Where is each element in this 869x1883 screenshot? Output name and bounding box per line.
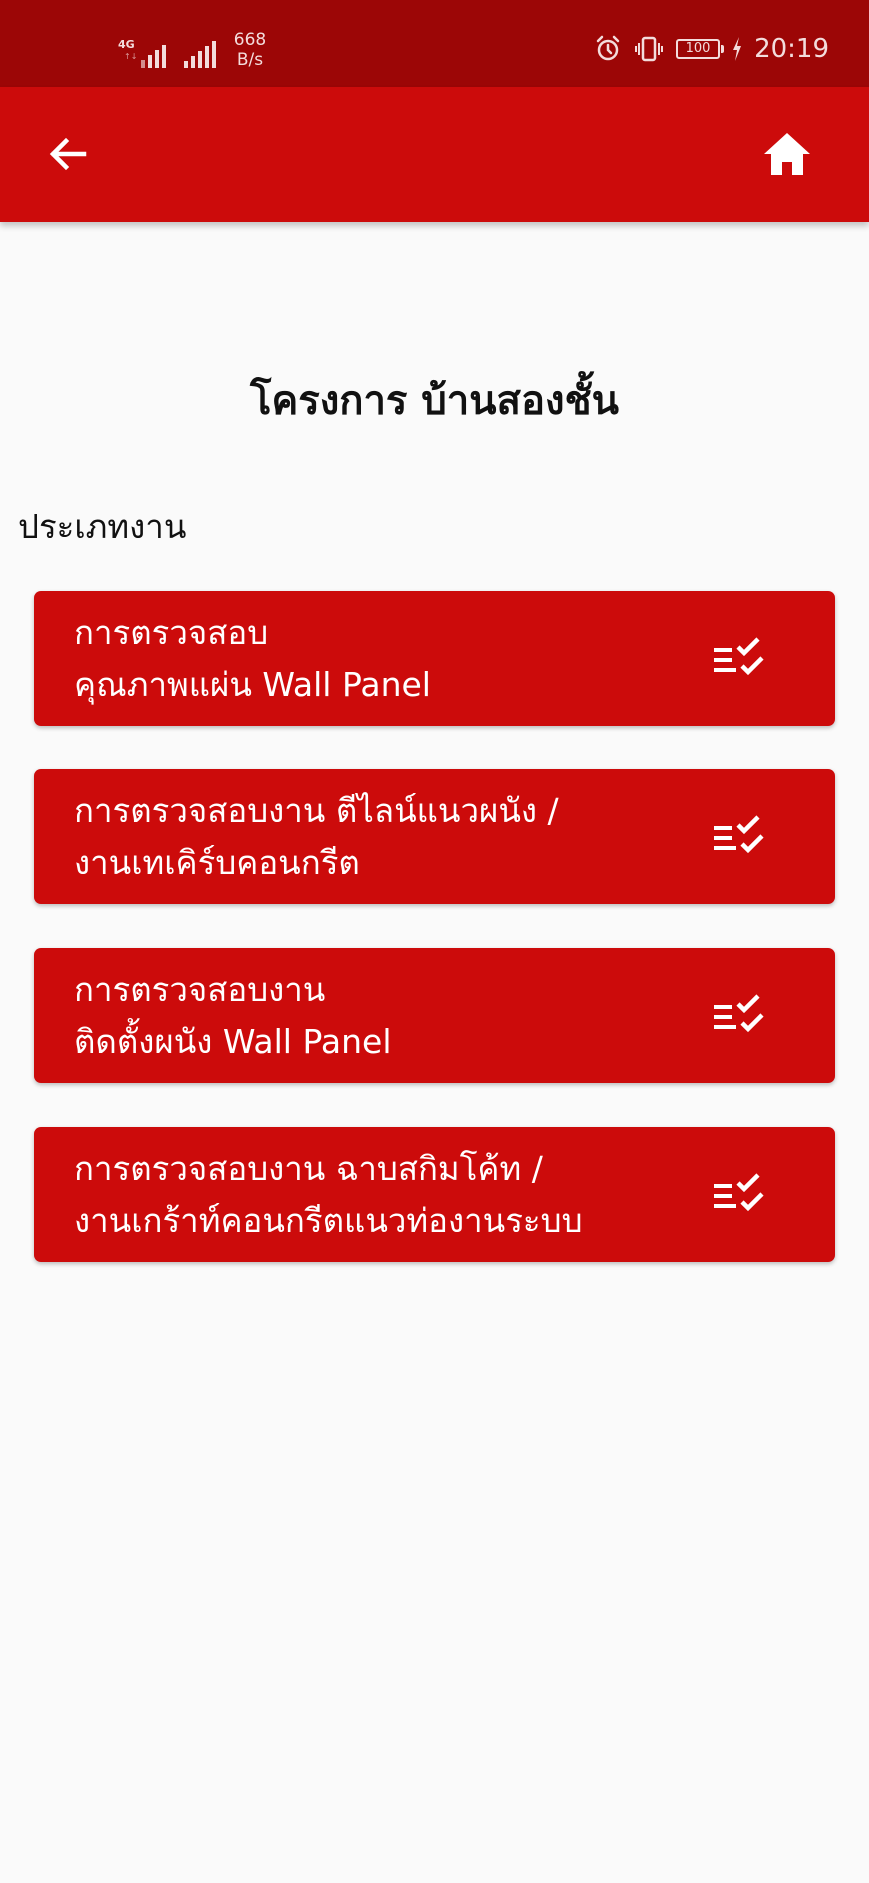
home-button[interactable]: [755, 122, 819, 186]
card-title-line1: การตรวจสอบ: [74, 612, 269, 652]
battery-icon: 100: [676, 39, 725, 59]
network-speed: 668 B/s: [232, 30, 268, 70]
status-time: 20:19: [754, 34, 829, 64]
app-bar: [0, 87, 869, 222]
status-left: 4G ↑↓ 668 B/s: [118, 30, 268, 70]
network-type-label: 4G: [118, 38, 135, 51]
card-text: การตรวจสอบ คุณภาพแผ่น Wall Panel: [74, 591, 694, 726]
cellular-signal-icon: [184, 36, 216, 70]
network-speed-value: 668: [233, 30, 267, 50]
checklist-icon: [714, 994, 764, 1033]
checklist-icon: [714, 637, 764, 676]
back-button[interactable]: [36, 122, 100, 186]
checklist-icon: [714, 815, 764, 854]
checklist-icon: [714, 1173, 764, 1212]
vibrate-icon: [635, 36, 664, 62]
status-right: 100 20:19: [594, 34, 829, 64]
network-speed-unit: B/s: [236, 50, 264, 70]
card-title-line2: งานเกร้าท์คอนกรีตแนวท่องานระบบ: [74, 1200, 583, 1240]
card-title-line2: งานเทเคิร์บคอนกรีต: [74, 842, 360, 882]
work-type-card-1[interactable]: การตรวจสอบ คุณภาพแผ่น Wall Panel: [34, 591, 835, 726]
cellular-signal-4g-icon: 4G ↑↓: [118, 36, 166, 70]
card-text: การตรวจสอบงาน ติดตั้งผนัง Wall Panel: [74, 948, 694, 1083]
arrow-left-icon: [49, 137, 87, 171]
charging-bolt-icon: [733, 37, 742, 61]
card-title-line2: ติดตั้งผนัง Wall Panel: [74, 1021, 392, 1061]
card-title-line1: การตรวจสอบงาน ตีไลน์แนวผนัง /: [74, 790, 559, 830]
card-text: การตรวจสอบงาน ตีไลน์แนวผนัง / งานเทเคิร์…: [74, 769, 694, 904]
work-type-card-4[interactable]: การตรวจสอบงาน ฉาบสกิมโค้ท / งานเกร้าท์คอ…: [34, 1127, 835, 1262]
card-title-line1: การตรวจสอบงาน: [74, 969, 326, 1009]
status-bar: 4G ↑↓ 668 B/s 100 20:19: [0, 0, 869, 87]
work-type-card-2[interactable]: การตรวจสอบงาน ตีไลน์แนวผนัง / งานเทเคิร์…: [34, 769, 835, 904]
home-icon: [764, 133, 810, 175]
card-title-line2: คุณภาพแผ่น Wall Panel: [74, 664, 431, 704]
network-sub-icon: ↑↓: [124, 52, 138, 61]
page-title: โครงการ บ้านสองชั้น: [249, 378, 619, 424]
card-text: การตรวจสอบงาน ฉาบสกิมโค้ท / งานเกร้าท์คอ…: [74, 1127, 694, 1262]
alarm-icon: [596, 35, 620, 61]
card-title-line1: การตรวจสอบงาน ฉาบสกิมโค้ท /: [74, 1148, 543, 1188]
section-label: ประเภทงาน: [18, 507, 187, 546]
work-type-card-3[interactable]: การตรวจสอบงาน ติดตั้งผนัง Wall Panel: [34, 948, 835, 1083]
battery-level: 100: [685, 41, 711, 56]
